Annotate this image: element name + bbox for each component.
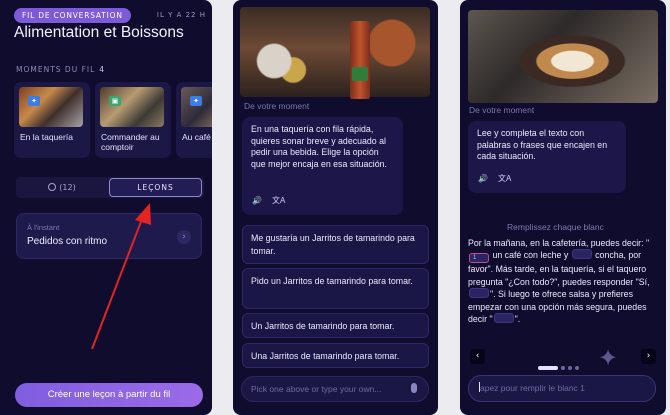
prompt-bubble: Lee y completa el texto con palabras o f… xyxy=(468,121,626,193)
thread-chip: FIL DE CONVERSATION xyxy=(14,8,131,23)
messages-count: (12) xyxy=(59,183,76,192)
fill-blank-panel: De votre moment Lee y completa el texto … xyxy=(460,0,666,415)
answer-option[interactable]: Me gustaría un Jarritos de tamarindo par… xyxy=(242,225,429,264)
cloze-passage: Por la mañana, en la cafetería, puedes d… xyxy=(468,237,662,325)
moment-card-cafe[interactable]: ✦ Au café xyxy=(176,82,212,158)
answer-option[interactable]: Una Jarritos de tamarindo para tomar. xyxy=(242,343,429,368)
moment-thumbnail: ✦ xyxy=(19,87,83,127)
answer-option[interactable]: Pido un Jarritos de tamarindo para tomar… xyxy=(242,268,429,309)
speaker-icon[interactable]: 🔊 xyxy=(252,196,262,205)
blank-2[interactable] xyxy=(571,249,592,260)
speaker-icon[interactable]: 🔊 xyxy=(478,174,488,183)
blank-1[interactable]: 1 xyxy=(469,253,489,264)
prompt-text: En una taquería con fila rápida, quieres… xyxy=(251,124,387,169)
tab-lessons[interactable]: LEÇONS xyxy=(109,178,202,197)
moment-caption: En la taquería xyxy=(20,132,73,142)
fill-instruction: Remplissez chaque blanc xyxy=(507,222,604,232)
page-dot[interactable] xyxy=(568,366,572,370)
conversation-thread-panel: FIL DE CONVERSATION IL Y A 22 H Alimenta… xyxy=(0,0,212,415)
bubble-actions: 🔊 文A xyxy=(252,195,295,207)
blank-input-placeholder: apez pour remplir le blanc 1 xyxy=(480,383,585,393)
lesson-list-item[interactable]: À l'instant Pedidos con ritmo › xyxy=(16,213,202,259)
blank-4[interactable] xyxy=(493,313,514,324)
bottle-label-graphic xyxy=(352,67,368,81)
page-title: Alimentation et Boissons xyxy=(14,24,184,41)
answer-input-placeholder: Pick one above or type your own... xyxy=(251,384,382,394)
tab-messages[interactable]: (12) xyxy=(16,177,108,198)
create-lesson-button[interactable]: Créer une leçon à partir du fil xyxy=(15,383,203,407)
sparkle-icon: ✦ xyxy=(598,344,619,372)
next-button[interactable]: › xyxy=(641,349,656,364)
moment-thumbnail: ✦ xyxy=(181,87,212,127)
passage-text: un café con leche y xyxy=(490,250,571,261)
answer-input[interactable]: Pick one above or type your own... xyxy=(241,376,429,402)
page-dot[interactable] xyxy=(575,366,579,370)
bubble-actions: 🔊 文A xyxy=(478,173,521,185)
view-toggle: (12) LEÇONS xyxy=(16,177,204,198)
moment-card-comptoir[interactable]: ▣ Commander au comptoir xyxy=(95,82,171,158)
screenshot-stage: FIL DE CONVERSATION IL Y A 22 H Alimenta… xyxy=(0,0,670,415)
lesson-timestamp: À l'instant xyxy=(27,223,60,232)
prompt-text: Lee y completa el texto con palabras o f… xyxy=(477,128,608,162)
blank-3[interactable] xyxy=(469,288,489,299)
translate-icon[interactable]: 文A xyxy=(272,196,285,205)
answer-option[interactable]: Un Jarritos de tamarindo para tomar. xyxy=(242,313,429,338)
moments-count: 4 xyxy=(99,65,106,74)
chat-badge-icon: ▣ xyxy=(109,96,121,106)
coffee-photo xyxy=(468,10,658,103)
lesson-name: Pedidos con ritmo xyxy=(27,236,108,247)
page-dot[interactable] xyxy=(538,366,558,370)
moment-caption: Au café xyxy=(182,132,211,142)
pagination-dots xyxy=(538,355,582,374)
moment-card-taqueria[interactable]: ✦ En la taquería xyxy=(14,82,90,158)
passage-text: Por la mañana, en la cafetería, puedes d… xyxy=(468,238,650,248)
sparkle-badge-icon: ✦ xyxy=(190,96,202,106)
prompt-bubble: En una taquería con fila rápida, quieres… xyxy=(242,117,403,215)
moment-thumbnail: ▣ xyxy=(100,87,164,127)
source-label: De votre moment xyxy=(244,101,310,111)
multiple-choice-panel: De votre moment En una taquería con fila… xyxy=(233,0,438,415)
microphone-icon[interactable] xyxy=(411,383,417,393)
passage-text: ". xyxy=(514,314,521,325)
previous-button[interactable]: ‹ xyxy=(470,349,485,364)
translate-icon[interactable]: 文A xyxy=(498,174,511,183)
page-dot[interactable] xyxy=(561,366,565,370)
moments-heading: MOMENTS DU FIL 4 xyxy=(16,65,105,74)
source-label: De votre moment xyxy=(469,105,535,115)
blank-input[interactable]: apez pour remplir le blanc 1 xyxy=(468,375,656,402)
smiley-icon xyxy=(48,183,57,191)
chevron-right-icon: › xyxy=(177,230,191,244)
moments-label: MOMENTS DU FIL xyxy=(16,65,96,74)
thread-timestamp: IL Y A 22 H xyxy=(156,11,206,19)
moment-caption: Commander au comptoir xyxy=(101,132,160,152)
sparkle-badge-icon: ✦ xyxy=(28,96,40,106)
taqueria-photo xyxy=(240,7,430,99)
bottle-graphic xyxy=(350,21,370,99)
